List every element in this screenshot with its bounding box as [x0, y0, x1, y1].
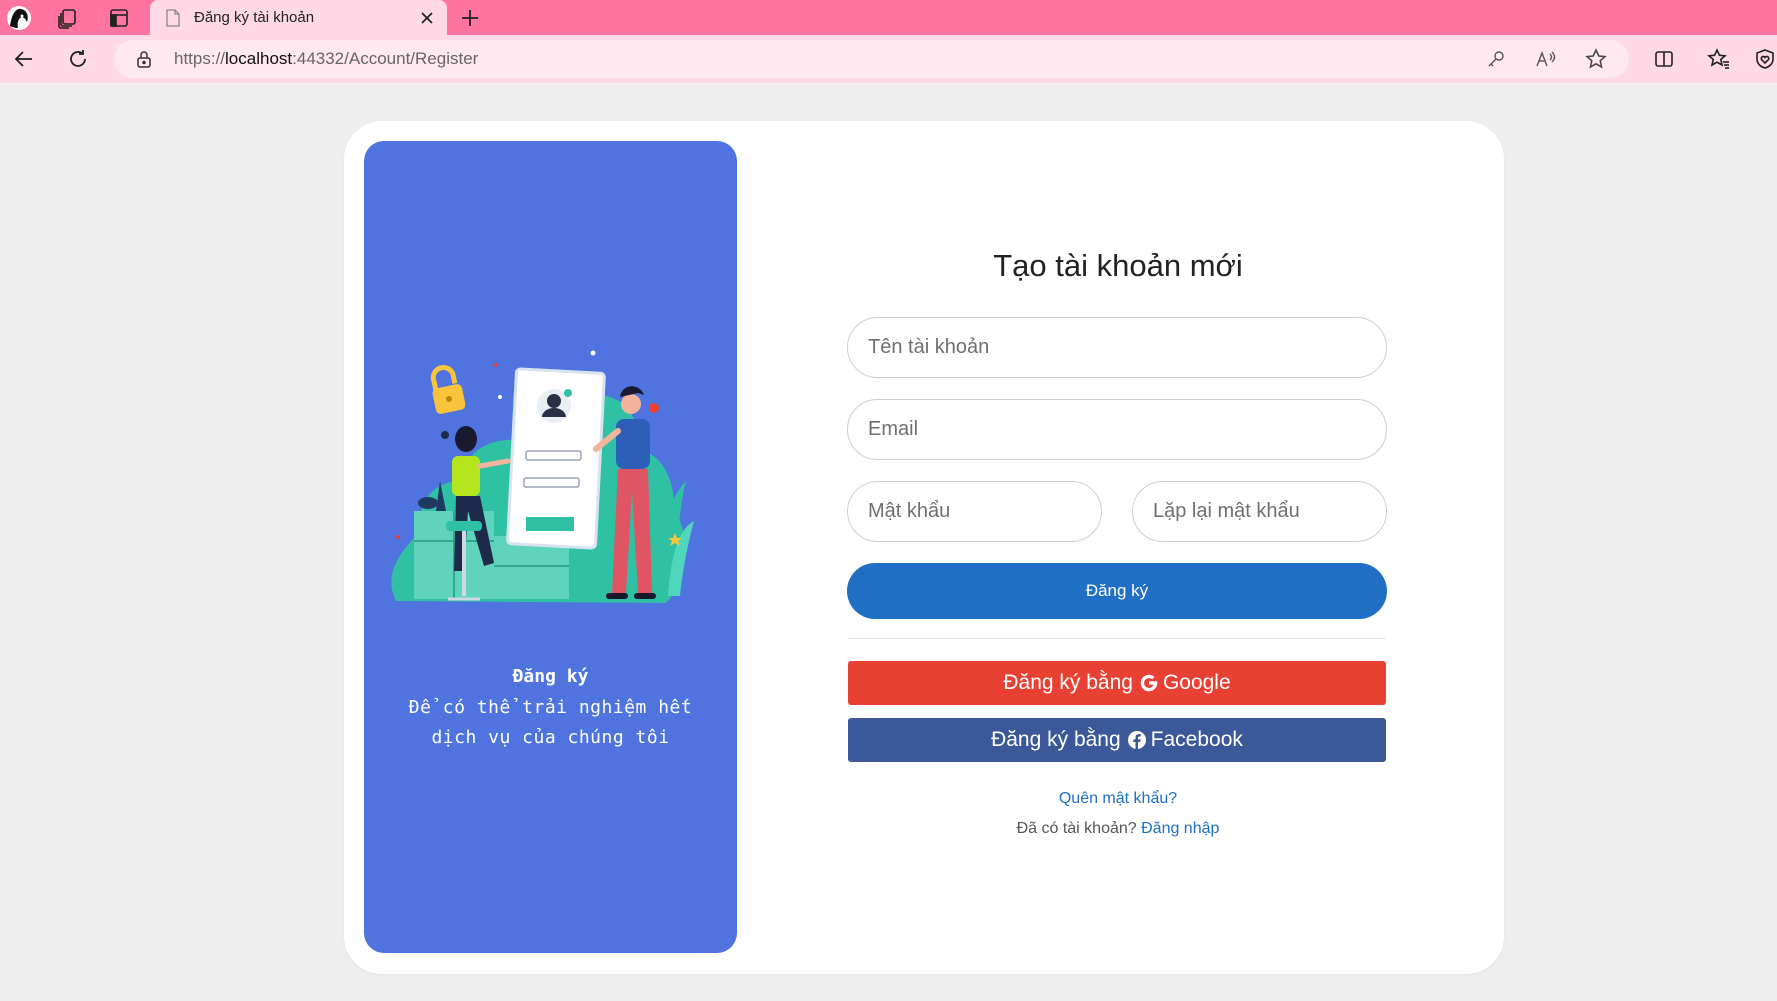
- facebook-icon: [1127, 730, 1147, 750]
- plus-icon: [462, 9, 478, 26]
- forgot-password-link[interactable]: Quên mật khẩu?: [848, 790, 1388, 808]
- favorite-star-icon[interactable]: [1580, 40, 1612, 78]
- refresh-icon: [70, 50, 86, 67]
- key-icon[interactable]: [1480, 40, 1512, 78]
- facebook-label: Facebook: [1150, 728, 1243, 751]
- google-label: Google: [1162, 671, 1231, 694]
- username-input[interactable]: [847, 317, 1387, 378]
- register-button[interactable]: Đăng ký: [847, 563, 1387, 619]
- tab-title: Đăng ký tài khoản: [194, 9, 315, 26]
- confirm-password-input[interactable]: [1132, 481, 1387, 542]
- form-title: Tạo tài khoản mới: [993, 248, 1243, 283]
- close-tab-icon[interactable]: [413, 4, 441, 32]
- back-button[interactable]: [4, 35, 44, 83]
- split-screen-button[interactable]: [1644, 35, 1684, 83]
- url-text[interactable]: https://localhost:44332/Account/Register: [174, 40, 478, 78]
- login-prompt: Đã có tài khoản? Đăng nhập: [848, 820, 1388, 838]
- login-link[interactable]: Đăng nhập: [1141, 820, 1219, 837]
- promo-panel: Đăng ký Để có thể trải nghiệm hết dịch v…: [364, 141, 737, 953]
- new-tab-button[interactable]: [455, 0, 485, 35]
- password-input[interactable]: [847, 481, 1102, 542]
- workspaces-icon[interactable]: [50, 0, 84, 35]
- read-aloud-icon[interactable]: [1530, 40, 1562, 78]
- google-prefix-label: Đăng ký bằng: [1003, 671, 1133, 694]
- promo-description: Để có thể trải nghiệm hết dịch vụ của ch…: [408, 697, 693, 748]
- browser-tab-bar: Đăng ký tài khoản: [0, 0, 1777, 35]
- address-bar[interactable]: https://localhost:44332/Account/Register: [114, 40, 1629, 78]
- lock-icon[interactable]: [136, 40, 152, 78]
- heart-shield-icon: [1755, 49, 1774, 69]
- browser-toolbar: https://localhost:44332/Account/Register: [0, 35, 1777, 83]
- favorites-list-icon: [1707, 48, 1729, 69]
- favorites-button[interactable]: [1699, 35, 1739, 83]
- email-input[interactable]: [847, 399, 1387, 460]
- google-icon: [1139, 673, 1159, 693]
- divider: [848, 638, 1386, 639]
- browser-essentials-button[interactable]: [1752, 35, 1777, 83]
- vertical-tabs-icon[interactable]: [102, 0, 136, 35]
- facebook-prefix-label: Đăng ký bằng: [991, 728, 1121, 751]
- arrow-left-icon: [14, 51, 32, 67]
- facebook-register-button[interactable]: Đăng ký bằng Facebook: [848, 718, 1386, 762]
- split-screen-icon: [1655, 51, 1673, 67]
- google-register-button[interactable]: Đăng ký bằng Google: [848, 661, 1386, 705]
- page-favicon-icon: [164, 8, 182, 28]
- have-account-text: Đã có tài khoản?: [1016, 820, 1137, 837]
- refresh-button[interactable]: [58, 35, 98, 83]
- signup-illustration: [391, 350, 694, 603]
- profile-avatar-icon[interactable]: [2, 0, 36, 35]
- tab-register[interactable]: Đăng ký tài khoản: [150, 0, 447, 35]
- promo-title: Đăng ký: [512, 666, 589, 687]
